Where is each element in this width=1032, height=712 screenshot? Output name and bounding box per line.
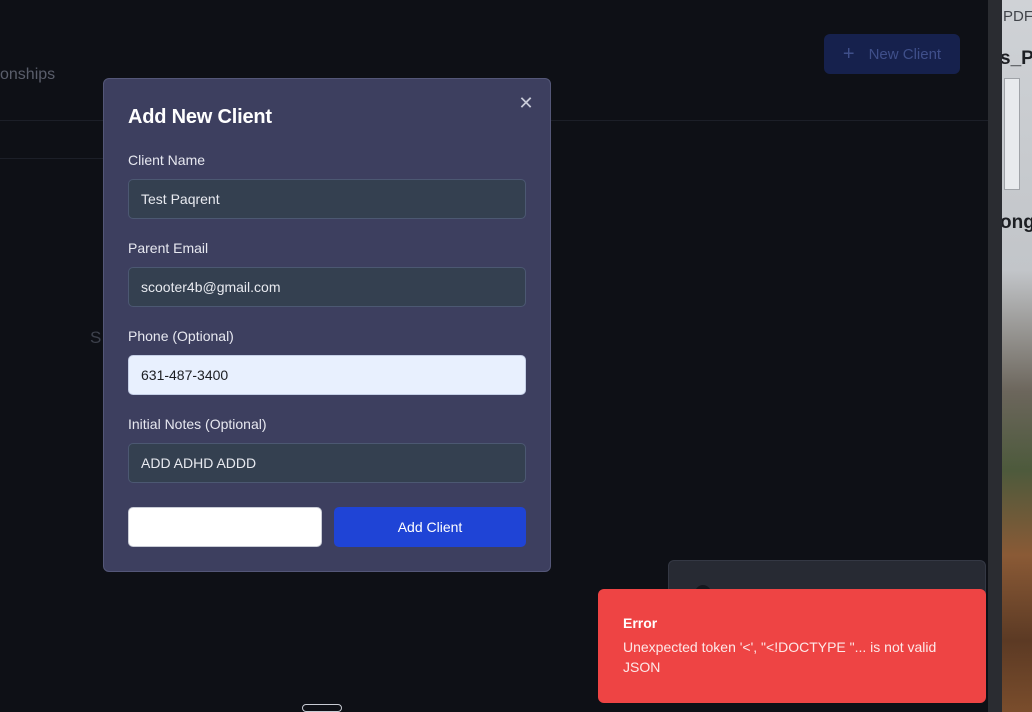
- side-word: ong: [1002, 212, 1032, 233]
- phone-input[interactable]: [128, 355, 526, 395]
- add-client-button[interactable]: Add Client: [334, 507, 526, 547]
- error-toast: Error Unexpected token '<', "<!DOCTYPE "…: [598, 589, 986, 703]
- app-background: tionships S + New Client Add New Client …: [0, 0, 988, 712]
- new-client-button[interactable]: + New Client: [824, 34, 960, 74]
- side-preview-box: [1004, 78, 1020, 190]
- side-title: s_P: [1002, 48, 1032, 69]
- window-divider[interactable]: [988, 0, 1002, 712]
- parent-email-label: Parent Email: [128, 240, 209, 256]
- client-name-input[interactable]: [128, 179, 526, 219]
- background-text: S: [90, 328, 102, 347]
- plus-icon: +: [842, 43, 855, 65]
- notes-label: Initial Notes (Optional): [128, 416, 267, 432]
- notes-input[interactable]: [128, 443, 526, 483]
- toast-title: Error: [623, 615, 658, 631]
- toast-message: Unexpected token '<', "<!DOCTYPE "... is…: [623, 639, 937, 675]
- close-icon[interactable]: ✕: [518, 94, 534, 112]
- home-indicator: [302, 704, 342, 712]
- side-window: PDF s_P ong: [1002, 0, 1032, 712]
- cancel-button[interactable]: [128, 507, 322, 547]
- modal-title: Add New Client: [128, 106, 272, 128]
- parent-email-input[interactable]: [128, 267, 526, 307]
- phone-label: Phone (Optional): [128, 328, 234, 344]
- client-name-label: Client Name: [128, 152, 206, 168]
- add-client-modal: Add New Client ✕ Client Name Parent Emai…: [103, 78, 551, 572]
- side-tab[interactable]: PDF: [1003, 8, 1032, 25]
- new-client-label: New Client: [868, 45, 942, 63]
- tab-relationships[interactable]: tionships: [0, 66, 55, 84]
